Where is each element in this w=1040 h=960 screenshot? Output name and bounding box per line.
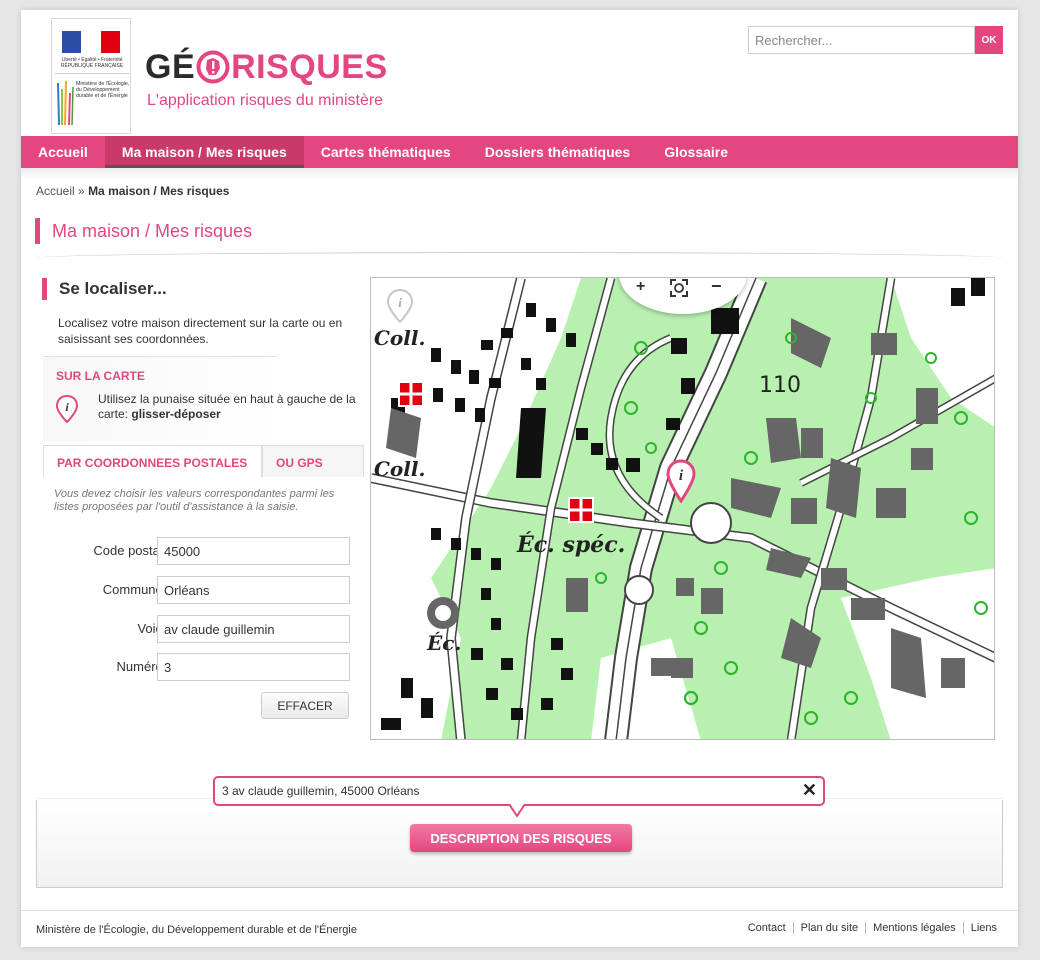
draggable-pin-icon[interactable]: i (385, 288, 415, 324)
map-view[interactable]: Coll. Coll. Éc. spéc. Éc. 110 + − i i (370, 277, 995, 740)
commune-input[interactable] (157, 576, 350, 604)
title-divider (35, 252, 1003, 258)
tab-coordonnees-postales[interactable]: PAR COORDONNEES POSTALES (43, 445, 262, 477)
zoom-out-button[interactable]: − (711, 278, 722, 297)
georisques-logo[interactable]: GÉ RISQUES (145, 48, 388, 86)
map-label-coll-mid: Coll. (374, 457, 425, 481)
nav-item-cartes-thematiques[interactable]: Cartes thématiques (304, 136, 468, 168)
location-pin-icon[interactable]: i (665, 459, 697, 503)
map-method-label: SUR LA CARTE (56, 369, 145, 383)
search-input[interactable] (748, 26, 975, 54)
map-method-card: SUR LA CARTE i Utilisez la punaise situé… (43, 356, 356, 441)
breadcrumb-separator: » (78, 184, 85, 198)
footer: Ministère de l'Écologie, du Développemen… (21, 910, 1018, 947)
republique-francaise-logo[interactable]: Liberté • Égalité • Fraternité RÉPUBLIQU… (51, 18, 131, 134)
numero-row: Numéro : (43, 653, 350, 681)
nav-item-dossiers-thematiques[interactable]: Dossiers thématiques (468, 136, 648, 168)
breadcrumb: Accueil » Ma maison / Mes risques (36, 184, 229, 198)
brand-left: GÉ (145, 48, 196, 86)
close-icon[interactable]: ✕ (802, 780, 817, 801)
breadcrumb-home-link[interactable]: Accueil (36, 184, 75, 198)
zoom-in-button[interactable]: + (636, 278, 645, 296)
topographic-map[interactable]: Coll. Coll. Éc. spéc. Éc. 110 (371, 278, 995, 740)
nav-item-accueil[interactable]: Accueil (21, 136, 105, 168)
footer-link-plan-du-site[interactable]: Plan du site (792, 922, 865, 934)
map-label-ec: Éc. (426, 631, 461, 655)
footer-link-contact[interactable]: Contact (741, 922, 793, 934)
voie-row: Voie : (43, 615, 350, 643)
risk-description-button[interactable]: DESCRIPTION DES RISQUES (410, 824, 632, 852)
ministry-logo-text: Ministère de l'Écologie, du Développemen… (76, 81, 130, 100)
voie-input[interactable] (157, 615, 350, 643)
postal-code-row: Code postal : (43, 537, 350, 565)
search-ok-button[interactable]: OK (975, 26, 1003, 54)
search-box: OK (748, 26, 1003, 54)
map-label-elevation: 110 (759, 373, 801, 398)
address-bubble: 3 av claude guillemin, 45000 Orléans ✕ (213, 776, 825, 806)
flag-icon (62, 31, 120, 53)
main-nav: Accueil Ma maison / Mes risques Cartes t… (21, 136, 1018, 168)
locate-title: Se localiser... (42, 278, 167, 300)
input-hint: Vous devez choisir les valeurs correspon… (54, 488, 335, 513)
map-method-action: glisser-déposer (131, 407, 221, 421)
ministry-bars-icon (57, 80, 74, 126)
page: Liberté • Égalité • Fraternité RÉPUBLIQU… (21, 10, 1018, 947)
bubble-tail (509, 804, 525, 818)
svg-text:i: i (398, 295, 402, 310)
commune-row: Commune : (43, 576, 350, 604)
brand-right: RISQUES (231, 48, 388, 86)
france-alert-icon (196, 50, 230, 84)
page-title: Ma maison / Mes risques (35, 218, 252, 244)
footer-link-liens[interactable]: Liens (962, 922, 1004, 934)
locate-intro: Localisez votre maison directement sur l… (58, 316, 343, 346)
clear-button[interactable]: EFFACER (261, 692, 349, 719)
tagline: L'application risques du ministère (147, 92, 384, 109)
nav-item-glossaire[interactable]: Glossaire (647, 136, 745, 168)
info-pin-icon: i (56, 395, 78, 423)
map-method-text: Utilisez la punaise située en haut à gau… (98, 392, 358, 422)
map-label-ec-spec: Éc. spéc. (516, 531, 625, 558)
school-symbol-top (398, 381, 424, 407)
numero-input[interactable] (157, 653, 350, 681)
footer-link-mentions-legales[interactable]: Mentions légales (865, 922, 963, 934)
nav-shadow (21, 168, 1018, 180)
breadcrumb-current: Ma maison / Mes risques (88, 184, 230, 198)
selected-address: 3 av claude guillemin, 45000 Orléans (222, 784, 420, 798)
nav-item-ma-maison[interactable]: Ma maison / Mes risques (104, 136, 304, 168)
school-symbol-mid (568, 497, 594, 523)
map-label-coll-top: Coll. (374, 326, 425, 350)
zoom-extent-icon[interactable] (669, 278, 689, 298)
footer-links: Contact Plan du site Mentions légales Li… (741, 922, 1004, 934)
locate-tabs: PAR COORDONNEES POSTALES OU GPS (43, 445, 364, 477)
footer-ministry: Ministère de l'Écologie, du Développemen… (36, 924, 357, 936)
logo-divider (55, 73, 129, 74)
tab-gps[interactable]: OU GPS (262, 445, 364, 477)
postal-code-input[interactable] (157, 537, 350, 565)
rf-logo-text: Liberté • Égalité • Fraternité RÉPUBLIQU… (60, 57, 124, 69)
